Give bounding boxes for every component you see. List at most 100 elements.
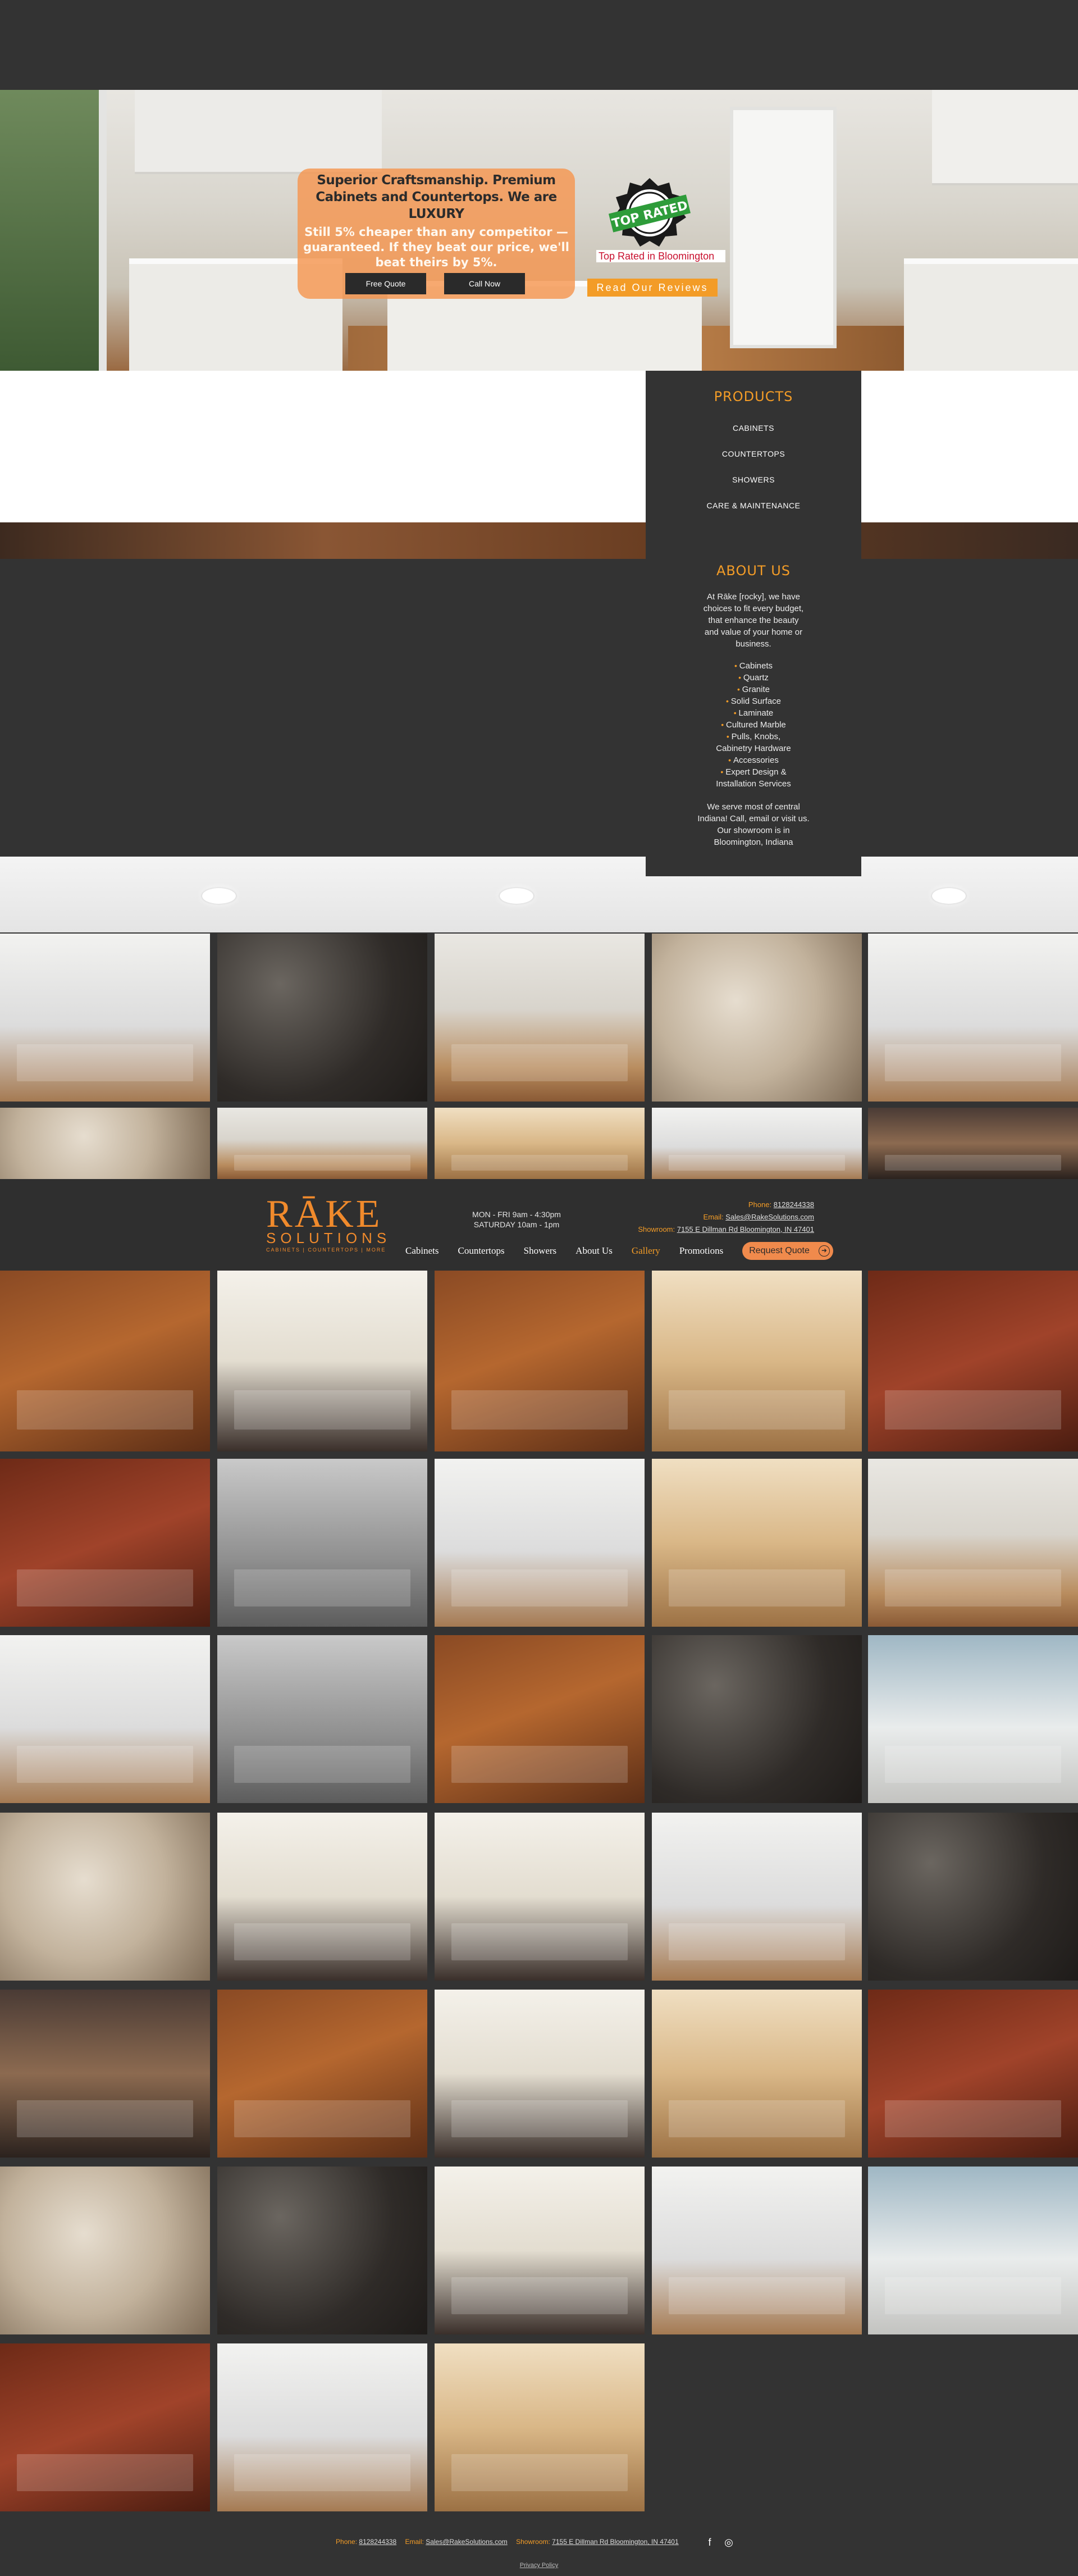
- main-nav: Cabinets Countertops Showers About Us Ga…: [405, 1242, 833, 1260]
- gallery-image[interactable]: [217, 1108, 427, 1179]
- products-item-care[interactable]: CARE & MAINTENANCE: [646, 501, 861, 510]
- about-serve: We serve most of central Indiana! Call, …: [697, 802, 810, 847]
- gallery-image[interactable]: [0, 1635, 210, 1803]
- gallery-image[interactable]: [652, 2167, 862, 2334]
- gallery-image[interactable]: [868, 934, 1078, 1102]
- promo-box: Superior Craftsmanship. Premium Cabinets…: [298, 169, 575, 299]
- gallery-image[interactable]: [435, 1813, 645, 1981]
- social-links: f ◎: [704, 2537, 742, 2548]
- top-rated-seal-icon: TOP RATED: [608, 178, 691, 247]
- ceiling-light: [202, 888, 236, 904]
- hours-weekday: MON - FRI 9am - 4:30pm: [472, 1210, 561, 1219]
- instagram-icon[interactable]: ◎: [723, 2537, 734, 2548]
- nav-promotions[interactable]: Promotions: [679, 1245, 723, 1257]
- gallery-image[interactable]: [652, 1108, 862, 1179]
- about-intro: At Rāke [rocky], we have choices to fit …: [703, 592, 804, 649]
- gallery-image[interactable]: [217, 1635, 427, 1803]
- gallery-image[interactable]: [652, 1990, 862, 2158]
- gallery-image[interactable]: [868, 2167, 1078, 2334]
- gallery-image[interactable]: [435, 1271, 645, 1451]
- ceiling-light: [932, 888, 966, 904]
- nav-cabinets[interactable]: Cabinets: [405, 1245, 439, 1257]
- gallery-image[interactable]: [652, 934, 862, 1102]
- footer-showroom-link[interactable]: 7155 E Dillman Rd Bloomington, IN 47401: [552, 2538, 678, 2546]
- nav-countertops[interactable]: Countertops: [458, 1245, 505, 1257]
- gallery-image[interactable]: [652, 1813, 862, 1981]
- top-rated-badge[interactable]: TOP RATED Top Rated in Bloomington: [596, 176, 725, 271]
- list-continuation: Cabinetry Hardware: [716, 744, 791, 753]
- footer-email-link[interactable]: Sales@RakeSolutions.com: [426, 2538, 508, 2546]
- gallery-image[interactable]: [435, 1990, 645, 2158]
- nav-about-us[interactable]: About Us: [575, 1245, 613, 1257]
- gallery-image[interactable]: [435, 1459, 645, 1627]
- gallery-image[interactable]: [868, 1990, 1078, 2158]
- request-quote-label: Request Quote: [749, 1246, 810, 1255]
- gallery-image[interactable]: [0, 1813, 210, 1981]
- gallery-image[interactable]: [0, 2167, 210, 2334]
- gallery-image[interactable]: [868, 1635, 1078, 1803]
- nav-showers[interactable]: Showers: [524, 1245, 557, 1257]
- products-item-cabinets[interactable]: CABINETS: [646, 424, 861, 433]
- email-link[interactable]: Sales@RakeSolutions.com: [725, 1213, 814, 1221]
- gallery-image[interactable]: [435, 2343, 645, 2511]
- gallery-image[interactable]: [435, 2167, 645, 2334]
- gallery-image[interactable]: [217, 1813, 427, 1981]
- phone-link[interactable]: 8128244338: [774, 1200, 814, 1209]
- gallery-image[interactable]: [868, 1813, 1078, 1981]
- gallery-image[interactable]: [0, 934, 210, 1102]
- gallery-image[interactable]: [0, 1271, 210, 1451]
- about-list-2: Accessories Expert Design &: [646, 754, 861, 778]
- white-band: [0, 371, 1078, 522]
- list-item: Cabinets: [646, 660, 861, 672]
- top-rated-text: Top Rated in Bloomington: [596, 250, 725, 262]
- hero-upper-cabinets-left: [135, 90, 382, 174]
- gallery-image[interactable]: [0, 1990, 210, 2158]
- list-item: Cultured Marble: [646, 719, 861, 731]
- gallery-image[interactable]: [217, 1271, 427, 1451]
- gallery-image[interactable]: [217, 1459, 427, 1627]
- gallery-image[interactable]: [0, 1459, 210, 1627]
- nav-gallery[interactable]: Gallery: [632, 1245, 660, 1257]
- gallery-image[interactable]: [435, 1635, 645, 1803]
- gallery-image[interactable]: [0, 1108, 210, 1179]
- privacy-policy-link[interactable]: Privacy Policy: [0, 2562, 1078, 2569]
- free-quote-button[interactable]: Free Quote: [345, 273, 426, 294]
- gallery-image[interactable]: [217, 2343, 427, 2511]
- gallery-image[interactable]: [652, 1459, 862, 1627]
- products-item-showers[interactable]: SHOWERS: [646, 475, 861, 484]
- gallery-image[interactable]: [217, 1990, 427, 2158]
- email-label: Email:: [703, 1213, 724, 1221]
- products-panel: PRODUCTS CABINETS COUNTERTOPS SHOWERS CA…: [646, 371, 861, 876]
- showroom-label: Showroom:: [638, 1225, 675, 1234]
- call-now-button[interactable]: Call Now: [444, 273, 525, 294]
- list-item: Granite: [646, 684, 861, 695]
- products-item-countertops[interactable]: COUNTERTOPS: [646, 449, 861, 458]
- gallery-image[interactable]: [652, 1271, 862, 1451]
- facebook-icon[interactable]: f: [704, 2537, 715, 2548]
- ceiling-light: [500, 888, 533, 904]
- list-item: Expert Design &: [646, 766, 861, 778]
- footer-phone-link[interactable]: 8128244338: [359, 2538, 396, 2546]
- gallery-image[interactable]: [217, 934, 427, 1102]
- list-item: Laminate: [646, 707, 861, 719]
- gallery-image[interactable]: [868, 1459, 1078, 1627]
- logo-sub: SOLUTIONS: [266, 1230, 391, 1246]
- products-heading: PRODUCTS: [714, 389, 793, 404]
- ceiling-image: [0, 857, 1078, 932]
- gallery-image[interactable]: [0, 2343, 210, 2511]
- hours-saturday: SATURDAY 10am - 1pm: [473, 1220, 560, 1229]
- showroom-link[interactable]: 7155 E Dillman Rd Bloomington, IN 47401: [677, 1225, 814, 1234]
- gallery-image[interactable]: [868, 1271, 1078, 1451]
- gallery-image[interactable]: [435, 934, 645, 1102]
- request-quote-button[interactable]: Request Quote ➜: [742, 1242, 833, 1260]
- list-item: Accessories: [646, 754, 861, 766]
- site-logo[interactable]: RĀKE SOLUTIONS CABINETS | COUNTERTOPS | …: [266, 1193, 395, 1258]
- business-hours: MON - FRI 9am - 4:30pm SATURDAY 10am - 1…: [466, 1209, 567, 1230]
- hero-counter-right: [904, 258, 1078, 371]
- read-reviews-button[interactable]: Read Our Reviews: [587, 279, 718, 297]
- logo-word: RĀKE: [266, 1193, 382, 1236]
- gallery-image[interactable]: [435, 1108, 645, 1179]
- gallery-image[interactable]: [868, 1108, 1078, 1179]
- gallery-image[interactable]: [652, 1635, 862, 1803]
- gallery-image[interactable]: [217, 2167, 427, 2334]
